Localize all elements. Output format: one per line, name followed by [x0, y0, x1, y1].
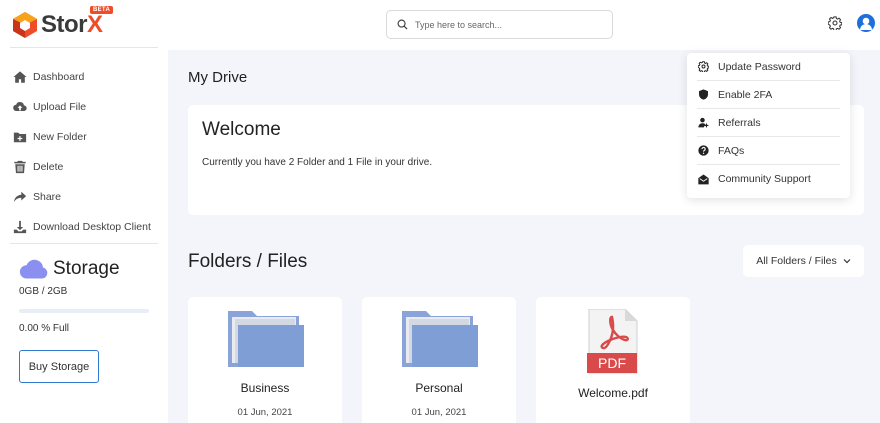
search-icon: [397, 19, 408, 30]
storx-logo[interactable]: Stor X BETA: [12, 6, 114, 40]
sidebar-item-label: Dashboard: [33, 71, 85, 83]
top-header: [168, 0, 880, 50]
logo-text-accent: X: [87, 11, 103, 38]
user-plus-icon: [698, 117, 709, 128]
buy-storage-button[interactable]: Buy Storage: [19, 350, 99, 383]
welcome-title: Welcome: [202, 119, 281, 140]
storage-percent: 0.00 % Full: [19, 323, 70, 334]
storage-progress-bar: [19, 309, 149, 313]
envelope-open-icon: [698, 174, 709, 185]
sidebar-item-label: Share: [33, 191, 62, 203]
menu-item-label: Update Password: [718, 60, 801, 73]
storage-header: Storage: [19, 258, 159, 280]
question-icon: [698, 145, 709, 156]
settings-dropdown-menu: Update Password Enable 2FA Referrals FAQ…: [687, 53, 850, 198]
logo-text-main: Stor: [41, 11, 88, 38]
pdf-file-icon: PDF: [587, 309, 638, 374]
user-avatar[interactable]: [857, 14, 875, 32]
sidebar-item-share[interactable]: Share: [0, 182, 168, 212]
cloud-icon: [19, 259, 48, 279]
sidebar-item-label: Upload File: [33, 101, 87, 113]
shield-icon: [698, 89, 709, 100]
sidebar: Stor X BETA Dashboard Upload File New Fol…: [0, 0, 168, 423]
item-name: Business: [240, 381, 290, 395]
folder-card-personal[interactable]: Personal 01 Jun, 2021: [362, 297, 516, 423]
storage-used: 0GB / 2GB: [19, 286, 68, 297]
page-title: My Drive: [188, 69, 248, 86]
sidebar-nav: Dashboard Upload File New Folder Delete …: [0, 62, 168, 242]
beta-badge: BETA: [90, 6, 114, 14]
sidebar-item-label: Download Desktop Client: [33, 221, 151, 233]
sidebar-item-dashboard[interactable]: Dashboard: [0, 62, 168, 92]
menu-item-label: Community Support: [718, 173, 811, 185]
menu-item-label: FAQs: [718, 144, 745, 157]
item-name: Welcome.pdf: [578, 386, 648, 400]
storx-logo-icon: [13, 12, 37, 38]
folder-plus-icon: [12, 130, 27, 145]
sidebar-item-download-desktop-client[interactable]: Download Desktop Client: [0, 212, 168, 242]
cloud-upload-icon: [12, 100, 27, 115]
home-icon: [12, 70, 27, 85]
menu-item-label: Enable 2FA: [718, 88, 773, 101]
storage-panel: Storage 0GB / 2GB 0.00 % Full Buy Storag…: [19, 258, 159, 383]
sidebar-item-label: Delete: [33, 161, 64, 173]
sidebar-item-new-folder[interactable]: New Folder: [0, 122, 168, 152]
item-name: Personal: [415, 381, 463, 395]
search-input[interactable]: [415, 19, 595, 30]
menu-item-update-password[interactable]: Update Password: [697, 53, 840, 81]
item-date: 01 Jun, 2021: [411, 407, 467, 418]
storage-title: Storage: [53, 258, 120, 279]
chevron-down-icon: [843, 259, 851, 264]
filter-dropdown-button[interactable]: All Folders / Files: [743, 245, 864, 277]
search-box[interactable]: [386, 10, 613, 39]
gear-icon[interactable]: [828, 16, 842, 30]
menu-item-faqs[interactable]: FAQs: [697, 137, 840, 165]
sidebar-item-delete[interactable]: Delete: [0, 152, 168, 182]
folder-icon: [402, 311, 478, 367]
files-section-title: Folders / Files: [188, 251, 308, 272]
menu-item-referrals[interactable]: Referrals: [697, 109, 840, 137]
logo-text: Stor X: [41, 11, 103, 39]
trash-icon: [12, 160, 27, 175]
file-card-welcome-pdf[interactable]: PDF Welcome.pdf: [536, 297, 690, 423]
item-date: 01 Jun, 2021: [237, 407, 293, 418]
sidebar-divider: [10, 47, 158, 48]
gear-icon: [698, 61, 709, 72]
download-icon: [12, 220, 27, 235]
sidebar-item-upload-file[interactable]: Upload File: [0, 92, 168, 122]
menu-item-enable-2fa[interactable]: Enable 2FA: [697, 81, 840, 109]
filter-label: All Folders / Files: [756, 255, 837, 267]
welcome-text: Currently you have 2 Folder and 1 File i…: [202, 157, 433, 168]
folder-icon: [228, 311, 304, 367]
share-icon: [12, 190, 27, 205]
folder-card-business[interactable]: Business 01 Jun, 2021: [188, 297, 342, 423]
sidebar-item-label: New Folder: [33, 131, 87, 143]
sidebar-divider: [10, 243, 158, 244]
menu-item-label: Referrals: [718, 116, 761, 129]
pdf-label: PDF: [598, 355, 626, 371]
user-icon: [860, 17, 872, 30]
menu-item-community-support[interactable]: Community Support: [697, 165, 840, 193]
